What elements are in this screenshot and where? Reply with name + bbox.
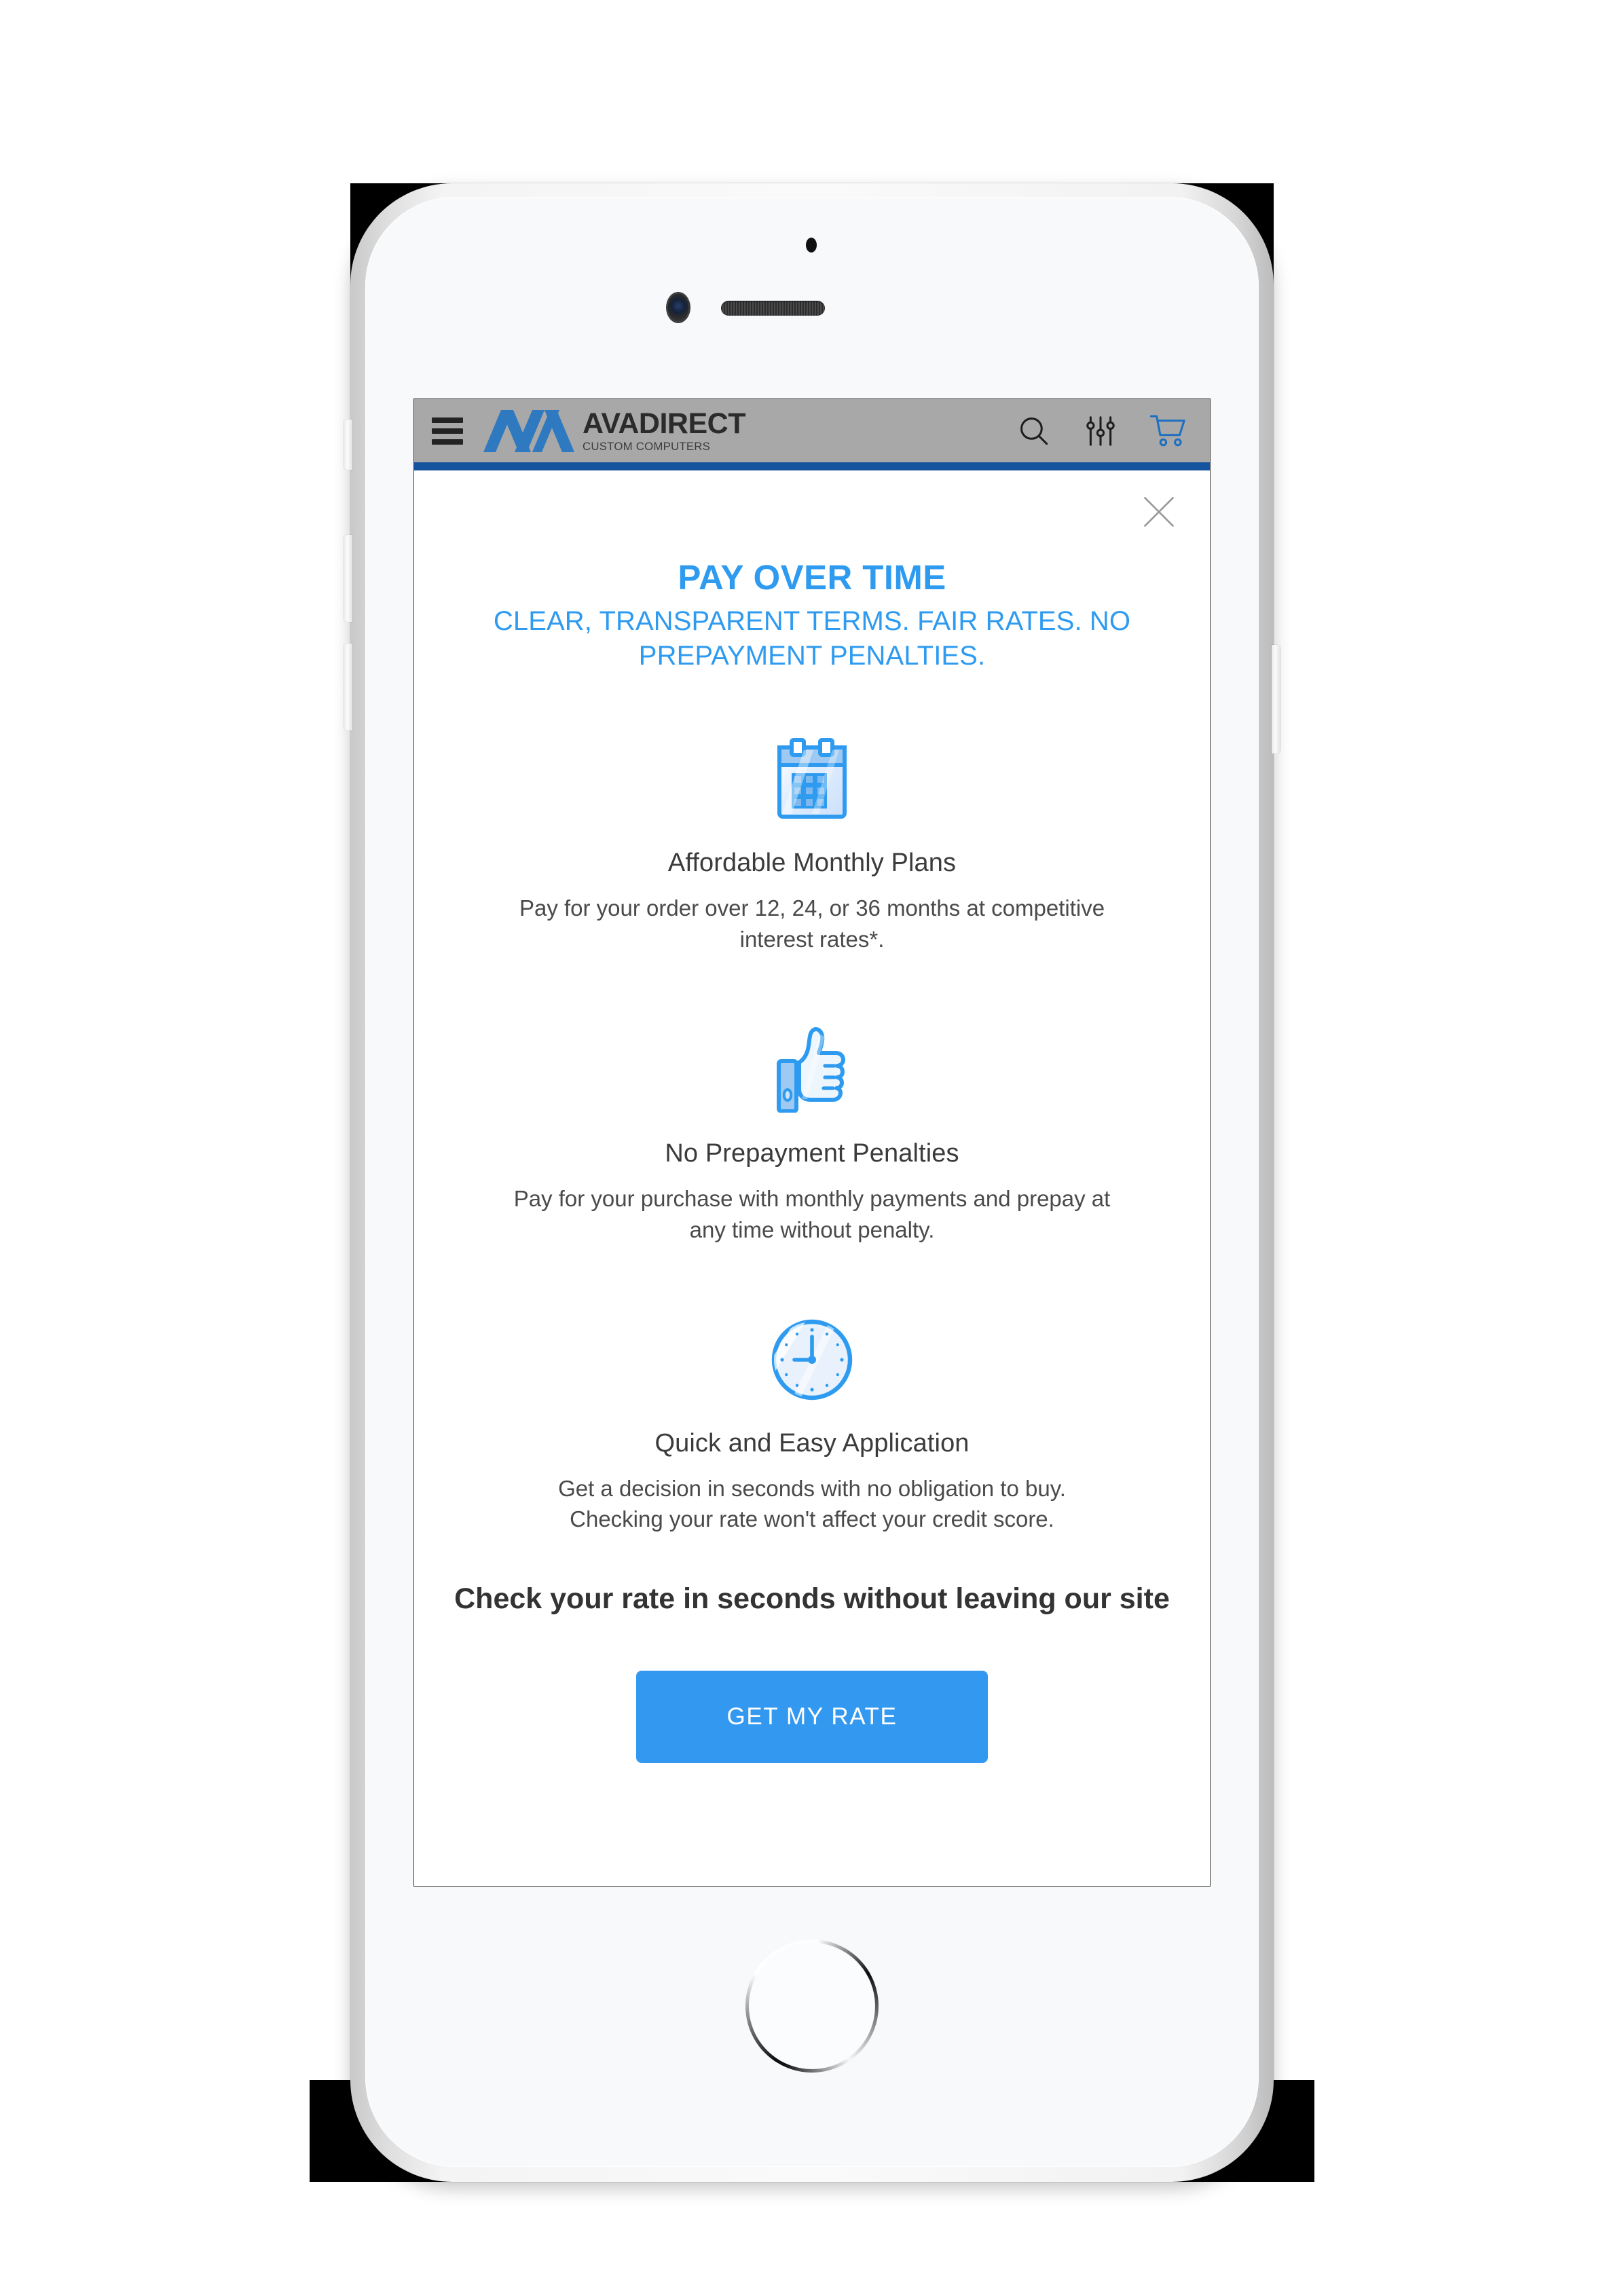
feature-title: Quick and Easy Application xyxy=(654,1428,970,1458)
shopping-cart-icon[interactable] xyxy=(1149,412,1188,450)
feature-icon-container xyxy=(445,736,1179,823)
site-header: AVADIRECT CUSTOM COMPUTERS xyxy=(414,399,1210,462)
filter-sliders-icon[interactable] xyxy=(1082,413,1119,449)
feature-quick-and-easy-application: Quick and Easy Application Get a decisio… xyxy=(445,1316,1179,1535)
pay-over-time-modal: PAY OVER TIME CLEAR, TRANSPARENT TERMS. … xyxy=(414,470,1210,1886)
proximity-sensor-icon xyxy=(806,238,817,253)
feature-title: No Prepayment Penalties xyxy=(665,1139,959,1168)
feature-affordable-monthly-plans: Affordable Monthly Plans Pay for your or… xyxy=(445,736,1179,954)
brand-tagline: CUSTOM COMPUTERS xyxy=(583,440,711,453)
feature-description: Pay for your order over 12, 24, or 36 mo… xyxy=(519,895,1105,952)
thumbs-up-icon xyxy=(777,1027,845,1113)
page-subtitle: CLEAR, TRANSPARENT TERMS. FAIR RATES. NO… xyxy=(493,606,1131,671)
calendar-icon xyxy=(777,738,847,819)
front-camera-icon xyxy=(667,293,689,322)
feature-title: Affordable Monthly Plans xyxy=(667,849,957,878)
search-icon[interactable] xyxy=(1016,413,1052,449)
phone-screen: AVADIRECT CUSTOM COMPUTERS PAY OVER TIME… xyxy=(414,399,1210,1886)
feature-description: Pay for your purchase with monthly payme… xyxy=(513,1186,1111,1242)
page-title: PAY OVER TIME xyxy=(678,558,946,597)
feature-description: Get a decision in seconds with no obliga… xyxy=(558,1475,1066,1532)
feature-no-prepayment-penalties: No Prepayment Penalties Pay for your pur… xyxy=(445,1026,1179,1245)
power-button[interactable] xyxy=(1272,645,1280,754)
header-actions xyxy=(1016,412,1188,450)
earpiece-speaker-icon xyxy=(721,301,825,316)
cta-headline: Check your rate in seconds without leavi… xyxy=(454,1582,1170,1615)
hamburger-bar xyxy=(432,417,463,423)
brand-wordmark: AVADIRECT CUSTOM COMPUTERS xyxy=(583,409,745,453)
hamburger-menu-icon[interactable] xyxy=(432,417,463,445)
cta-row: GET MY RATE xyxy=(445,1671,1179,1764)
hamburger-bar xyxy=(432,428,463,434)
feature-icon-container xyxy=(445,1026,1179,1113)
volume-down-button[interactable] xyxy=(344,644,352,730)
silent-switch-button[interactable] xyxy=(344,420,352,470)
brand-name: AVADIRECT xyxy=(583,407,745,440)
ava-chevron-logo-icon xyxy=(483,409,574,452)
brand-logo[interactable]: AVADIRECT CUSTOM COMPUTERS xyxy=(483,409,745,453)
close-x-icon[interactable] xyxy=(1139,492,1179,532)
get-my-rate-button[interactable]: GET MY RATE xyxy=(636,1671,988,1764)
hamburger-bar xyxy=(432,439,463,445)
volume-up-button[interactable] xyxy=(344,535,352,622)
header-accent-bar xyxy=(414,462,1210,470)
clock-icon xyxy=(771,1319,853,1400)
home-button[interactable] xyxy=(745,1939,879,2073)
feature-icon-container xyxy=(445,1316,1179,1403)
